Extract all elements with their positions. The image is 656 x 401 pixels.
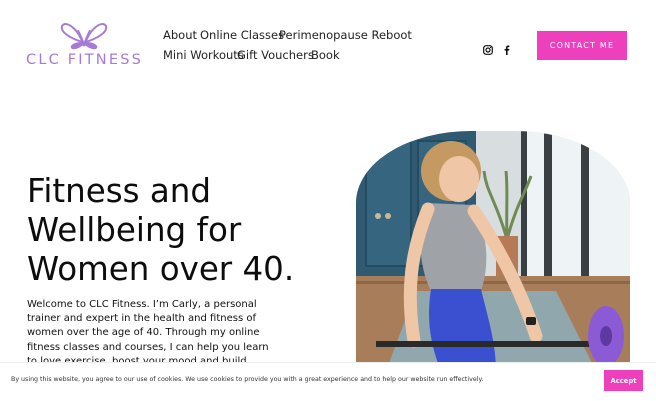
hero-photo-woman-exercising [356, 131, 630, 371]
butterfly-logo-icon [60, 23, 108, 50]
accept-cookies-button[interactable]: Accept [604, 370, 643, 391]
facebook-icon[interactable] [502, 40, 512, 55]
nav-link-online-classes[interactable]: Online Classes [200, 28, 284, 42]
hero-headline: Fitness and Wellbeing for Women over 40. [27, 172, 295, 288]
nav-link-about[interactable]: About [163, 28, 197, 42]
nav-link-gift-vouchers[interactable]: Gift Vouchers [237, 48, 314, 62]
contact-me-button[interactable]: CONTACT ME [537, 31, 627, 60]
nav-link-perimenopause-reboot[interactable]: Perimenopause Reboot [279, 28, 412, 42]
instagram-icon[interactable] [483, 40, 493, 55]
cookie-banner-text: By using this website, you agree to our … [11, 376, 484, 383]
cookie-banner: By using this website, you agree to our … [0, 362, 656, 401]
nav-link-book[interactable]: Book [311, 48, 340, 62]
nav-link-mini-workouts[interactable]: Mini Workouts [163, 48, 244, 62]
logo-text: CLC FITNESS [26, 52, 144, 68]
hero-intro-text: Welcome to CLC Fitness. I’m Carly, a per… [27, 299, 269, 362]
site-logo[interactable]: CLC FITNESS [26, 18, 142, 74]
